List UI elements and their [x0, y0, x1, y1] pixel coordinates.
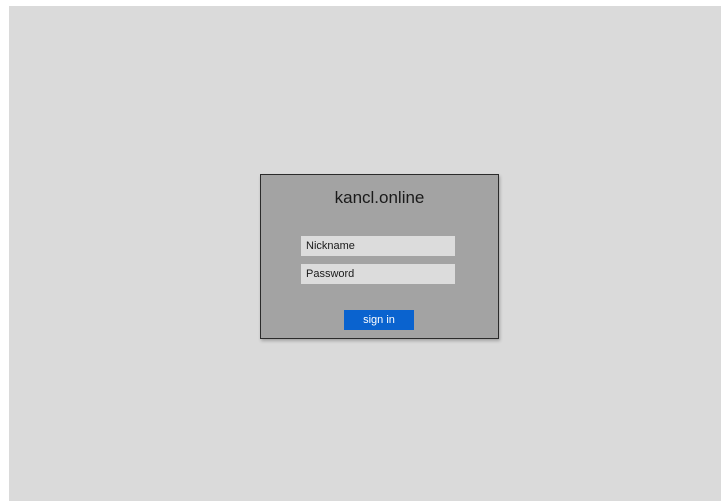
- sign-in-button[interactable]: sign in: [344, 310, 414, 330]
- page-background: kancl.online sign in: [9, 6, 721, 501]
- password-input[interactable]: [301, 264, 455, 284]
- nickname-input[interactable]: [301, 236, 455, 256]
- login-panel: kancl.online sign in: [260, 174, 499, 339]
- site-title: kancl.online: [334, 188, 425, 207]
